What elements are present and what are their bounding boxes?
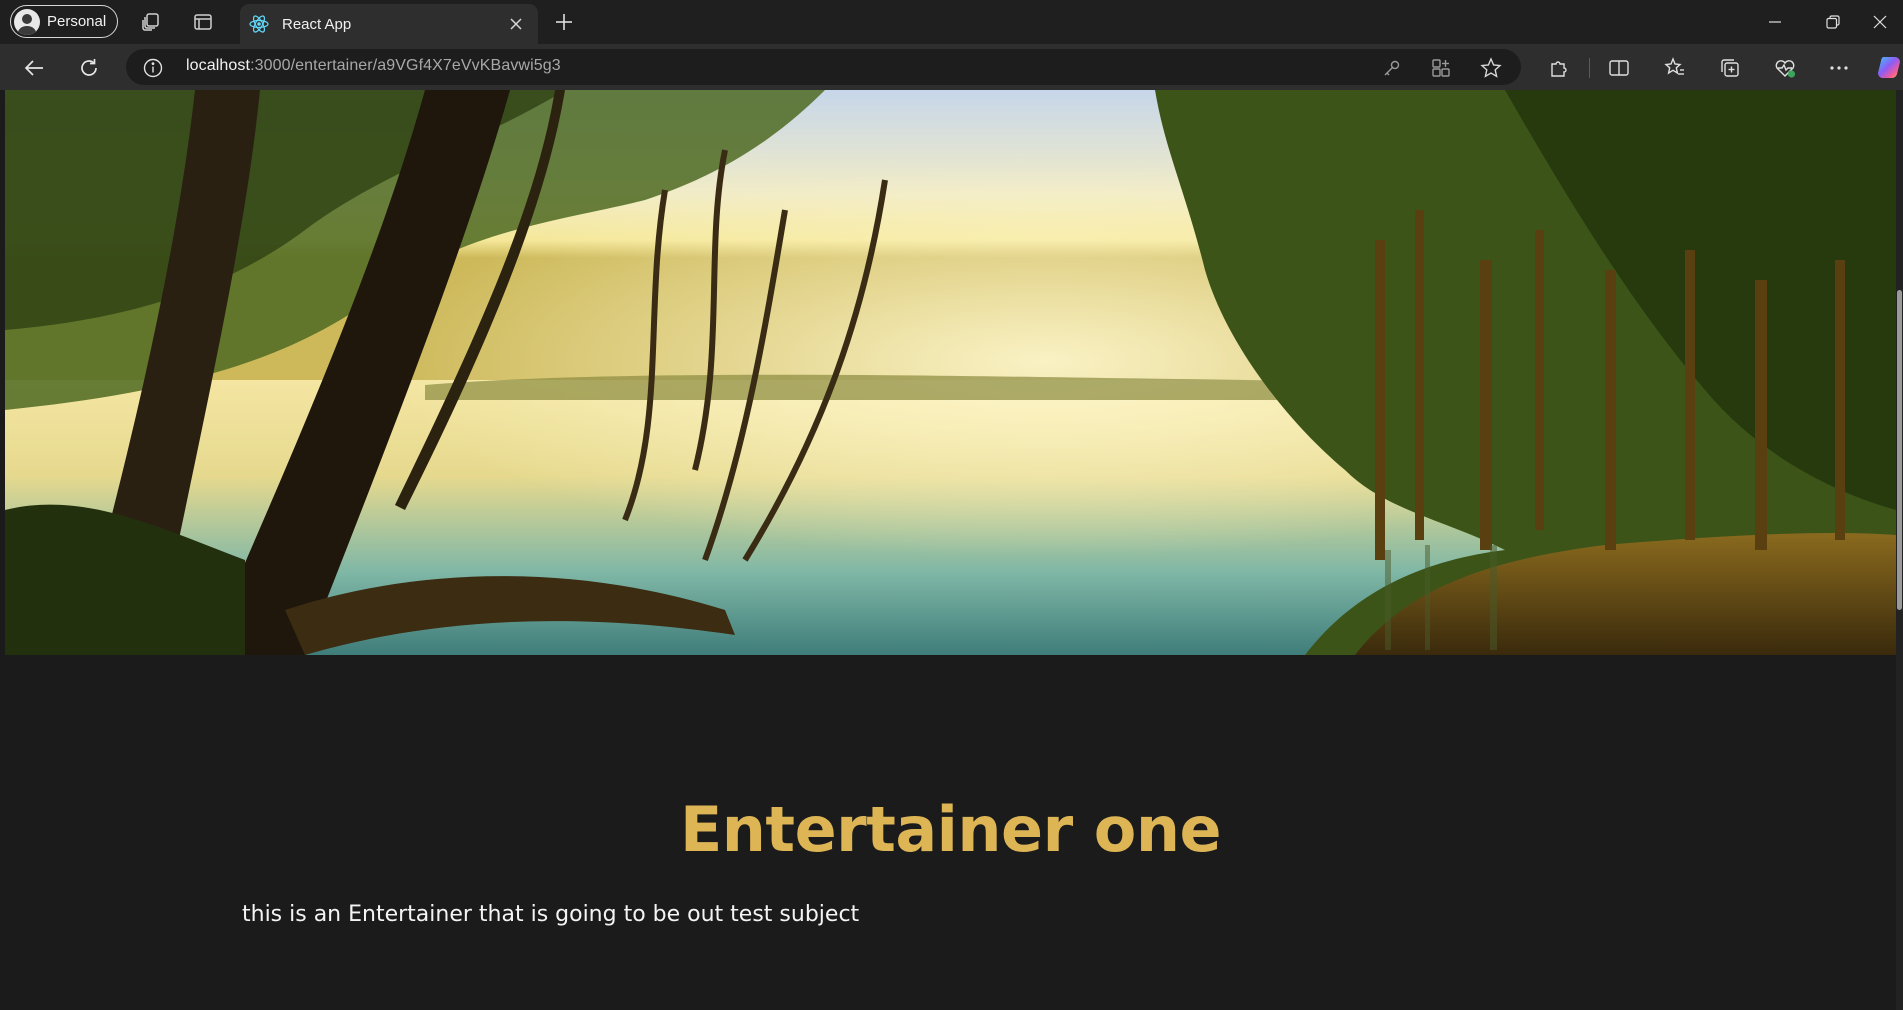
app-grid-icon[interactable]: [1428, 55, 1454, 81]
browser-window: Personal React App localhost:3000/entert…: [0, 0, 1903, 1010]
scrollbar-thumb[interactable]: [1897, 290, 1902, 610]
star-icon[interactable]: [1478, 55, 1504, 81]
address-url: localhost:3000/entertainer/a9VGf4X7eVvKB…: [186, 57, 561, 75]
navigation-toolbar: localhost:3000/entertainer/a9VGf4X7eVvKB…: [0, 44, 1903, 90]
toolbar-divider: [1589, 58, 1590, 78]
page-title: Entertainer one: [679, 793, 1222, 866]
split-screen-icon[interactable]: [1602, 51, 1636, 85]
favorites-list-icon[interactable]: [1658, 51, 1692, 85]
site-info-icon[interactable]: [142, 57, 164, 79]
scrollbar[interactable]: [1896, 90, 1903, 1010]
tab-title: React App: [282, 15, 352, 33]
lake-landscape-image: [5, 90, 1896, 655]
collections-icon[interactable]: [1713, 51, 1747, 85]
refresh-button[interactable]: [72, 51, 106, 85]
heart-pulse-icon[interactable]: [1768, 51, 1802, 85]
restore-button[interactable]: [1810, 6, 1856, 38]
tab-active[interactable]: React App: [240, 4, 538, 44]
back-button[interactable]: [17, 51, 51, 85]
copilot-icon[interactable]: [1872, 51, 1903, 85]
more-icon[interactable]: [1822, 51, 1856, 85]
new-tab-button[interactable]: [550, 8, 578, 36]
tab-actions-icon[interactable]: [190, 9, 216, 35]
url-host: localhost: [186, 57, 251, 74]
window-close-button[interactable]: [1857, 6, 1903, 38]
tab-strip: Personal React App: [0, 0, 1903, 44]
profile-label: Personal: [47, 13, 107, 30]
entertainer-description: this is an Entertainer that is going to …: [242, 902, 860, 927]
workspaces-icon[interactable]: [138, 9, 164, 35]
url-path: :3000/entertainer/a9VGf4X7eVvKBavwi5g3: [250, 57, 561, 74]
react-logo-icon: [248, 13, 270, 35]
minimize-button[interactable]: [1752, 6, 1798, 38]
profile-button[interactable]: Personal: [10, 5, 118, 38]
avatar-icon: [14, 8, 40, 35]
puzzle-icon[interactable]: [1542, 51, 1576, 85]
key-icon[interactable]: [1379, 55, 1405, 81]
page-content: Entertainer one this is an Entertainer t…: [5, 90, 1896, 1010]
tab-close-icon[interactable]: [502, 10, 530, 38]
address-bar[interactable]: localhost:3000/entertainer/a9VGf4X7eVvKB…: [126, 49, 1521, 85]
